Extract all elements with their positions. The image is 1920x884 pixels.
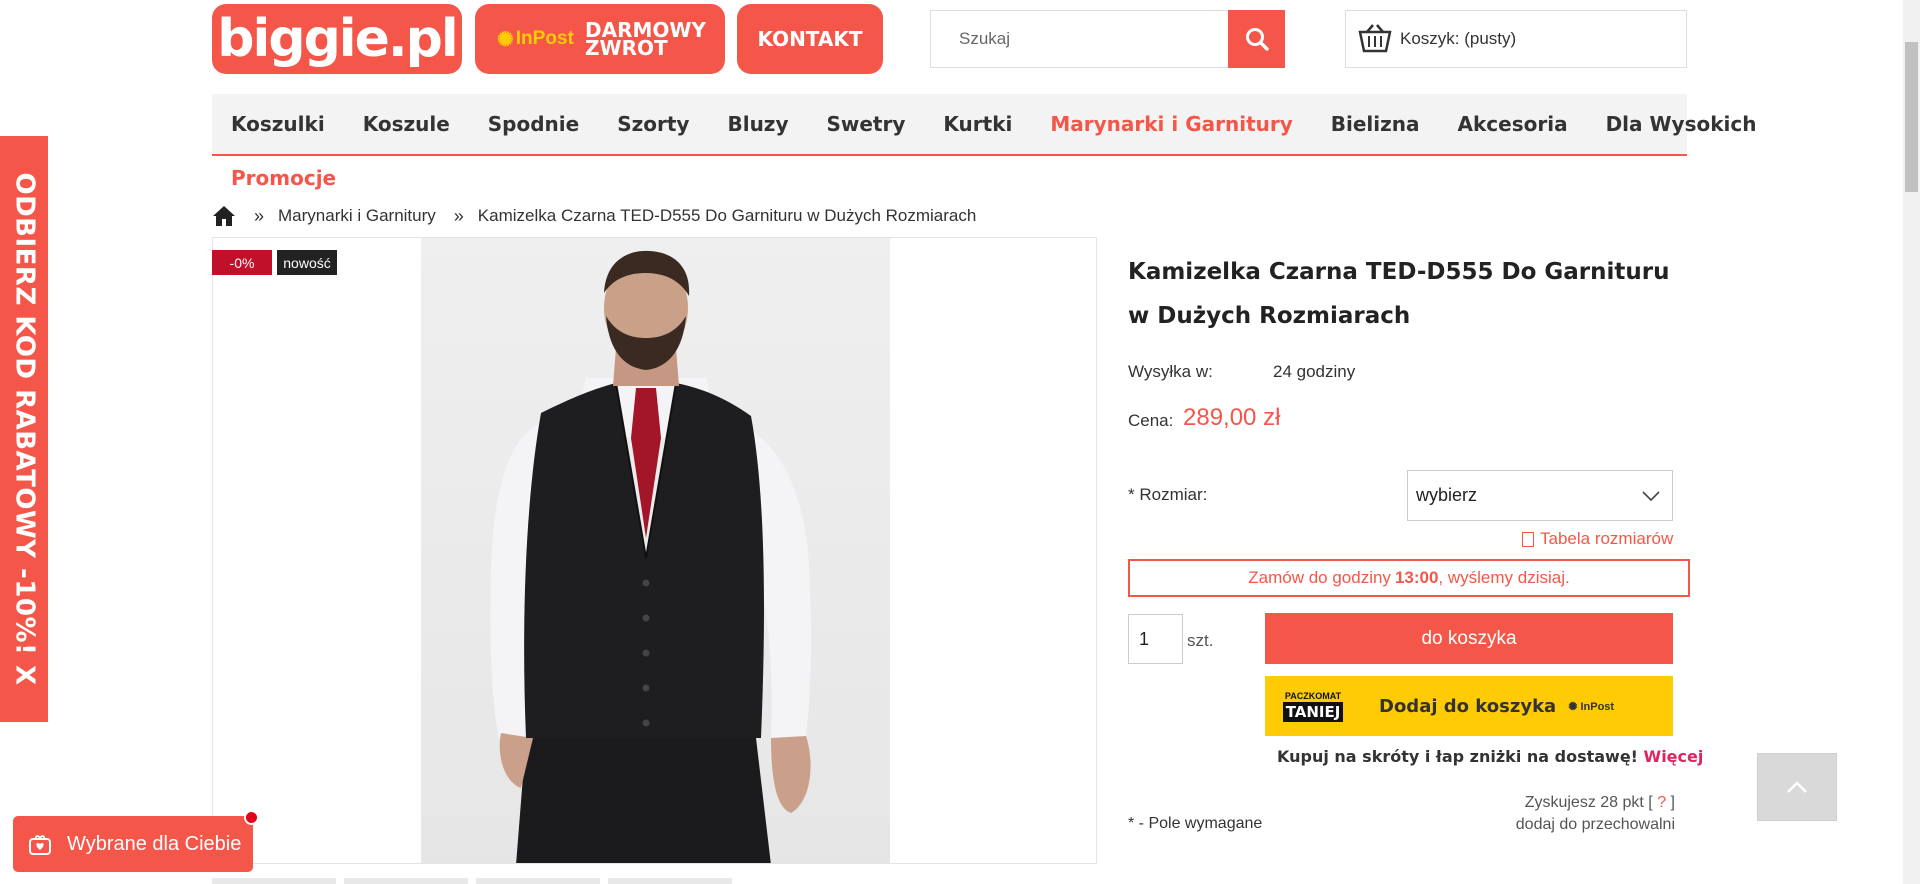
- model-illustration: [490, 250, 812, 863]
- thumbnail[interactable]: [476, 878, 600, 884]
- logo-text: biggie.pl: [217, 9, 458, 69]
- price-value: 289,00 zł: [1183, 404, 1281, 431]
- cart-status: Koszyk: (pusty): [1400, 29, 1517, 48]
- deadline-text: Zamów do godziny: [1248, 568, 1391, 587]
- inpost-small-text: InPost: [1580, 700, 1615, 713]
- discount-code-side-tab[interactable]: ODBIERZ KOD RABATOWY -10%! X: [0, 136, 48, 722]
- scroll-to-top-button[interactable]: [1757, 753, 1837, 821]
- breadcrumb-category[interactable]: Marynarki i Garnitury: [278, 206, 436, 226]
- nav-item-akcesoria[interactable]: Akcesoria: [1458, 112, 1568, 136]
- deadline-text-end: , wyślemy dzisiaj.: [1438, 568, 1570, 587]
- points-help-link[interactable]: ?: [1657, 794, 1666, 811]
- quantity-input[interactable]: 1: [1128, 614, 1183, 664]
- thumbnail[interactable]: [212, 878, 336, 884]
- scrollbar-thumb[interactable]: [1905, 42, 1918, 192]
- size-label: * Rozmiar:: [1128, 485, 1208, 504]
- inpost-free-return-button[interactable]: ✺ InPost DARMOWY ZWROT: [475, 4, 725, 74]
- home-icon[interactable]: [212, 204, 236, 228]
- nav-item-promocje[interactable]: Promocje: [231, 166, 336, 190]
- paczkomat-logo-bottom: TANIEJ: [1282, 701, 1344, 722]
- discount-badge: -0%: [212, 250, 272, 275]
- nav-item-swetry[interactable]: Swetry: [826, 112, 905, 136]
- add-to-cart-button[interactable]: do koszyka: [1265, 613, 1673, 664]
- shipping-label: Wysyłka w:: [1128, 362, 1213, 381]
- size-table-link[interactable]: Tabela rozmiarów: [1522, 529, 1673, 549]
- product-title: Kamizelka Czarna TED-D555 Do Garnituru w…: [1128, 259, 1670, 329]
- paczkomat-logo-top: PACZKOMAT: [1284, 690, 1342, 701]
- deadline-time: 13:00: [1394, 568, 1439, 587]
- notification-dot: [244, 810, 259, 825]
- shipping-value: 24 godziny: [1273, 362, 1356, 381]
- paczkomat-add-to-cart-button[interactable]: PACZKOMAT TANIEJ Dodaj do koszyka ✺ InPo…: [1265, 676, 1673, 736]
- breadcrumb: » Marynarki i Garnitury » Kamizelka Czar…: [212, 201, 976, 231]
- inpost-sun-icon: ✺: [497, 28, 514, 51]
- nav-item-kurtki[interactable]: Kurtki: [943, 112, 1012, 136]
- product-photo[interactable]: [421, 238, 890, 863]
- shortcut-promo: Kupuj na skróty i łap zniżki na dostawę!…: [1277, 747, 1703, 766]
- thumbnail[interactable]: [608, 878, 732, 884]
- nav-item-koszulki[interactable]: Koszulki: [231, 112, 325, 136]
- breadcrumb-separator: »: [254, 205, 265, 226]
- cart-widget[interactable]: Koszyk: (pusty): [1345, 10, 1687, 68]
- size-table-icon: [1522, 531, 1534, 547]
- paczkomat-button-label: Dodaj do koszyka: [1379, 695, 1557, 717]
- contact-button[interactable]: KONTAKT: [737, 4, 883, 74]
- gift-heart-icon: [29, 835, 51, 855]
- product-image-frame[interactable]: [212, 237, 1097, 864]
- nav-item-dla-wysokich[interactable]: Dla Wysokich: [1606, 112, 1757, 136]
- inpost-logo: ✺ InPost: [497, 19, 574, 59]
- search-icon: [1245, 28, 1269, 51]
- add-to-wishlist-link[interactable]: dodaj do przechowalni: [1470, 814, 1675, 836]
- nav-item-marynarki[interactable]: Marynarki i Garnitury: [1050, 112, 1292, 136]
- nav-item-spodnie[interactable]: Spodnie: [488, 112, 579, 136]
- search-placeholder: Szukaj: [959, 29, 1011, 48]
- price-label: Cena:: [1128, 411, 1174, 430]
- nav-item-szorty[interactable]: Szorty: [617, 112, 689, 136]
- cart-icon: [1358, 24, 1392, 53]
- recommended-label: Wybrane dla Ciebie: [67, 832, 242, 855]
- thumbnail-strip: [212, 878, 732, 884]
- chevron-down-icon: [1642, 490, 1660, 501]
- size-select[interactable]: wybierz: [1407, 470, 1673, 521]
- points-text: Zyskujesz 28 pkt [: [1524, 794, 1653, 811]
- loyalty-points: Zyskujesz 28 pkt [ ? ] dodaj do przechow…: [1470, 792, 1675, 836]
- paczkomat-taniej-logo: PACZKOMAT TANIEJ: [1282, 686, 1344, 726]
- size-selected-value: wybierz: [1416, 485, 1478, 505]
- size-table-label: Tabela rozmiarów: [1540, 529, 1674, 548]
- inpost-logo-text: InPost: [515, 28, 574, 49]
- shortcut-text: Kupuj na skróty i łap zniżki na dostawę!: [1277, 747, 1638, 766]
- nav-item-bielizna[interactable]: Bielizna: [1331, 112, 1420, 136]
- site-logo[interactable]: biggie.pl: [212, 4, 462, 74]
- required-fields-note: * - Pole wymagane: [1128, 815, 1263, 832]
- shortcut-more-link[interactable]: Więcej: [1644, 747, 1704, 766]
- recommended-for-you-button[interactable]: Wybrane dla Ciebie: [13, 810, 259, 872]
- points-bracket: ]: [1670, 794, 1675, 811]
- breadcrumb-current: Kamizelka Czarna TED-D555 Do Garnituru w…: [477, 206, 977, 225]
- order-deadline-notice: Zamów do godziny 13:00 , wyślemy dzisiaj…: [1128, 559, 1690, 597]
- main-nav: Koszulki Koszule Spodnie Szorty Bluzy Sw…: [212, 94, 1757, 156]
- search-input[interactable]: Szukaj: [930, 10, 1228, 68]
- free-return-label: DARMOWY ZWROT: [585, 18, 706, 60]
- thumbnail[interactable]: [344, 878, 468, 884]
- search-button[interactable]: [1228, 10, 1285, 68]
- quantity-unit: szt.: [1187, 631, 1214, 650]
- chevron-up-icon: [1787, 781, 1807, 793]
- new-badge: nowość: [277, 250, 337, 275]
- breadcrumb-separator: »: [453, 205, 464, 226]
- nav-item-koszule[interactable]: Koszule: [363, 112, 450, 136]
- discount-code-text: ODBIERZ KOD RABATOWY -10%! X: [9, 172, 40, 686]
- inpost-small-logo: ✺ InPost: [1568, 700, 1615, 713]
- nav-item-bluzy[interactable]: Bluzy: [727, 112, 788, 136]
